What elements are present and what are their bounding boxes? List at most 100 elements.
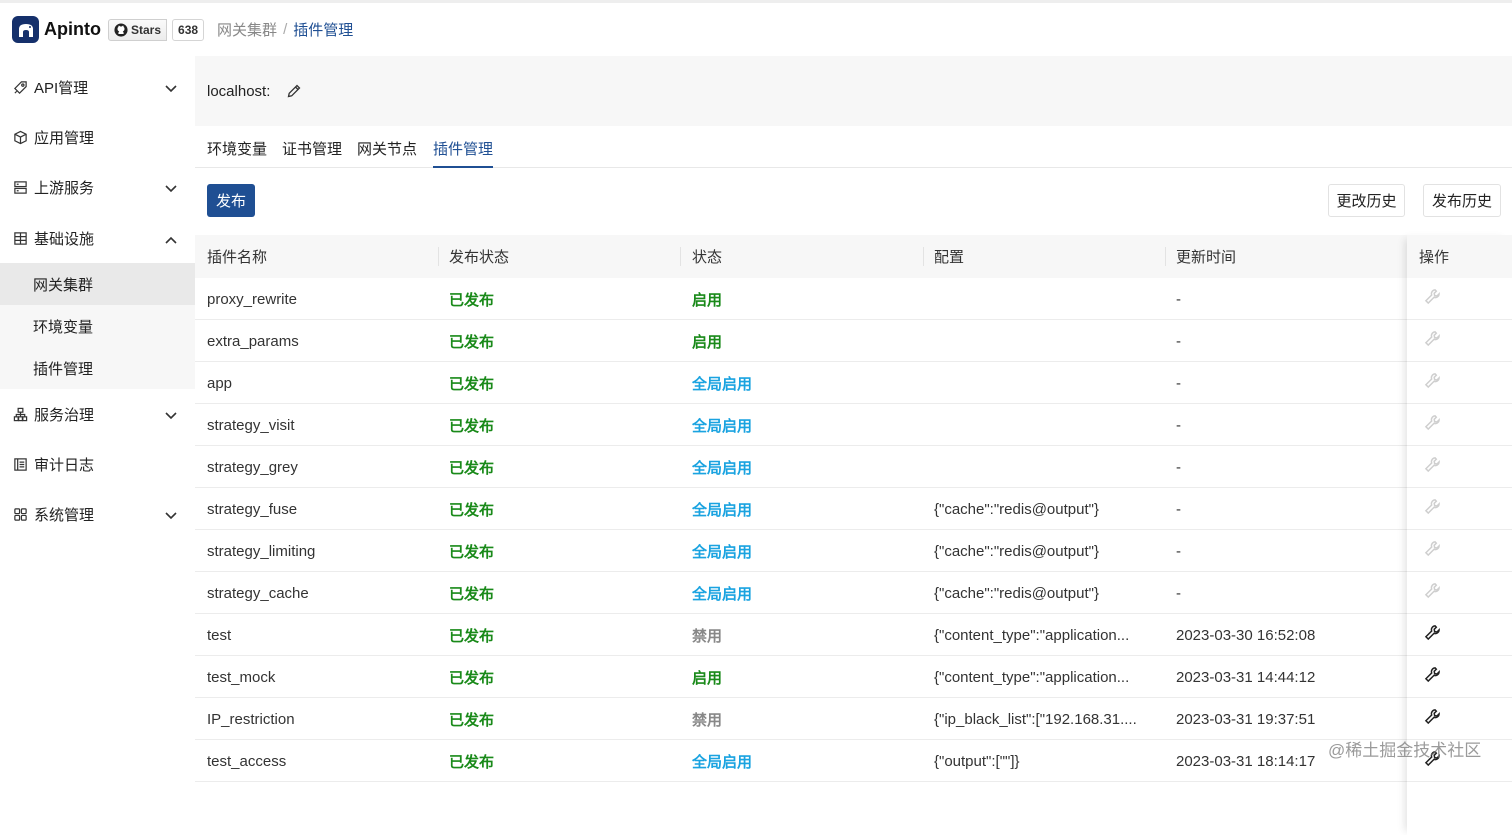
logo[interactable]: Apinto <box>12 16 101 43</box>
updated-time-cell: - <box>1176 500 1181 518</box>
column-header-config[interactable]: 配置 <box>934 235 964 278</box>
publish-status-cell: 已发布 <box>449 333 495 351</box>
updated-time-cell: - <box>1176 416 1181 434</box>
column-divider[interactable] <box>680 247 681 266</box>
pencil-icon[interactable] <box>286 83 302 99</box>
wrench-icon <box>1424 372 1441 394</box>
config-cell: {"content_type":"application... <box>934 626 1130 644</box>
status-cell: 禁用 <box>692 627 723 645</box>
sidebar-item-upstream[interactable]: 上游服务 <box>0 165 195 209</box>
breadcrumb-parent[interactable]: 网关集群 <box>217 19 277 40</box>
table-row: app 已发布 全局启用 - <box>195 362 1512 404</box>
sidebar-subitem-plugins[interactable]: 插件管理 <box>0 347 195 389</box>
operation-cell <box>1407 320 1512 362</box>
sidebar-subitem-label: 网关集群 <box>33 276 94 294</box>
column-header-actions: 操作 <box>1407 235 1512 278</box>
config-cell: {"cache":"redis@output"} <box>934 500 1099 518</box>
operation-cell <box>1407 488 1512 530</box>
table-row: extra_params 已发布 启用 - <box>195 320 1512 362</box>
sidebar-item-label: API管理 <box>34 79 89 97</box>
updated-time-cell: 2023-03-31 19:37:51 <box>1176 710 1316 728</box>
sidebar-item-infrastructure[interactable]: 基础设施 <box>0 216 195 260</box>
wrench-icon <box>1424 414 1441 436</box>
plugin-name-cell: strategy_cache <box>207 584 309 602</box>
status-cell: 全局启用 <box>692 417 753 435</box>
tabs: 环境变量 证书管理 网关节点 插件管理 <box>195 126 1512 168</box>
status-cell: 启用 <box>692 669 723 687</box>
column-header-publish-status[interactable]: 发布状态 <box>449 235 509 278</box>
sidebar-item-label: 服务治理 <box>34 406 95 424</box>
server-icon <box>12 179 28 195</box>
sidebar-item-label: 上游服务 <box>34 179 95 197</box>
tab-env-vars[interactable]: 环境变量 <box>207 138 267 168</box>
chevron-down-icon <box>165 80 177 97</box>
github-stars-button[interactable]: Stars <box>107 18 168 41</box>
status-cell: 全局启用 <box>692 501 753 519</box>
updated-time-cell: - <box>1176 332 1181 350</box>
config-cell <box>934 404 1159 446</box>
operation-cell <box>1407 656 1512 698</box>
plugin-name-cell: strategy_visit <box>207 416 295 434</box>
operation-cell <box>1407 404 1512 446</box>
updated-time-cell: 2023-03-31 14:44:12 <box>1176 668 1316 686</box>
publish-status-cell: 已发布 <box>449 711 495 729</box>
sidebar-item-api[interactable]: API管理 <box>0 65 195 109</box>
sidebar-item-apps[interactable]: 应用管理 <box>0 115 195 159</box>
column-divider[interactable] <box>923 247 924 266</box>
column-header-name[interactable]: 插件名称 <box>207 235 267 278</box>
publish-status-cell: 已发布 <box>449 753 495 771</box>
table-row: test_access 已发布 全局启用 {"output":[""]} 2023-03… <box>195 740 1512 782</box>
sidebar-subitem-gateway-cluster[interactable]: 网关集群 <box>0 263 195 305</box>
config-cell <box>934 362 1159 404</box>
status-cell: 全局启用 <box>692 543 753 561</box>
updated-time-cell: - <box>1176 374 1181 392</box>
wrench-icon[interactable] <box>1424 708 1441 730</box>
publish-status-cell: 已发布 <box>449 375 495 393</box>
plugin-name-cell: strategy_grey <box>207 458 298 476</box>
wrench-icon <box>1424 330 1441 352</box>
sidebar: API管理 应用管理 上游服务 基础设施 网关集群 环境变量 插件管理 服务治理… <box>0 56 195 779</box>
plugin-name-cell: test_access <box>207 752 287 770</box>
chevron-down-icon <box>165 507 177 524</box>
table-row: IP_restriction 已发布 禁用 {"ip_black_list":["19… <box>195 698 1512 740</box>
updated-time-cell: - <box>1176 584 1181 602</box>
plugin-name-cell: test_mock <box>207 668 276 686</box>
publish-history-button[interactable]: 发布历史 <box>1423 184 1501 217</box>
github-stars-badge[interactable]: Stars 638 <box>107 18 205 41</box>
publish-status-cell: 已发布 <box>449 585 495 603</box>
change-history-button[interactable]: 更改历史 <box>1328 184 1405 217</box>
publish-button[interactable]: 发布 <box>207 184 255 217</box>
tab-plugins[interactable]: 插件管理 <box>433 138 494 168</box>
column-header-updated[interactable]: 更新时间 <box>1176 235 1236 278</box>
sidebar-item-governance[interactable]: 服务治理 <box>0 392 195 436</box>
apinto-logo-icon <box>12 16 39 43</box>
github-stars-count[interactable]: 638 <box>172 18 205 41</box>
tab-certificates[interactable]: 证书管理 <box>282 138 342 168</box>
wrench-icon <box>1424 582 1441 604</box>
table-row: test_mock 已发布 启用 {"content_type":"applicati… <box>195 656 1512 698</box>
wrench-icon[interactable] <box>1424 666 1441 688</box>
chevron-down-icon <box>165 180 177 197</box>
github-stars-label: Stars <box>130 22 162 37</box>
column-header-status[interactable]: 状态 <box>692 235 722 278</box>
logo-text: Apinto <box>44 19 101 39</box>
publish-status-cell: 已发布 <box>449 501 495 519</box>
sidebar-subitem-label: 环境变量 <box>33 318 94 336</box>
column-divider[interactable] <box>1165 247 1166 266</box>
wrench-icon[interactable] <box>1424 624 1441 646</box>
tab-gateway-nodes[interactable]: 网关节点 <box>357 138 417 168</box>
sidebar-subitem-env-vars[interactable]: 环境变量 <box>0 305 195 347</box>
rocket-icon <box>12 79 28 95</box>
sidebar-item-audit-log[interactable]: 审计日志 <box>0 442 195 486</box>
table-row: strategy_cache 已发布 全局启用 {"cache":"redis@out… <box>195 572 1512 614</box>
sidebar-item-system[interactable]: 系统管理 <box>0 492 195 536</box>
column-divider[interactable] <box>438 247 439 266</box>
wrench-icon <box>1424 456 1441 478</box>
config-cell <box>934 320 1159 362</box>
config-cell <box>934 278 1159 320</box>
plugin-name-cell: strategy_fuse <box>207 500 298 518</box>
host-label: localhost: <box>207 82 271 100</box>
table-row: proxy_rewrite 已发布 启用 - <box>195 278 1512 320</box>
wrench-icon <box>1424 288 1441 310</box>
operation-cell <box>1407 278 1512 320</box>
